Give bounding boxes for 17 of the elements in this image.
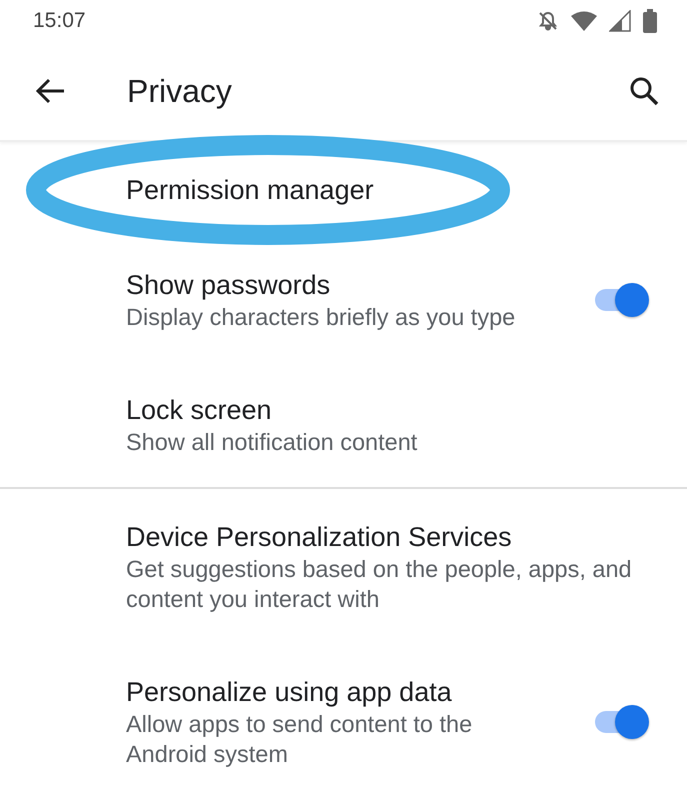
bell-off-icon [537, 10, 559, 32]
item-summary: Display characters briefly as you type [126, 303, 516, 332]
item-summary: Allow apps to send content to the Android system [126, 710, 474, 769]
wifi-icon [571, 11, 597, 31]
item-title: Personalize using app data [126, 676, 453, 709]
item-title: Permission manager [126, 174, 375, 207]
item-summary: Get suggestions based on the people, apps, and content you interact with [126, 555, 633, 614]
back-arrow-icon[interactable] [35, 78, 65, 104]
status-time: 15:07 [33, 9, 86, 33]
signal-icon [609, 10, 631, 32]
battery-icon [643, 9, 657, 33]
search-icon[interactable] [629, 76, 659, 106]
item-summary: Show all notification content [126, 428, 418, 457]
item-title: Device Personalization Services [126, 521, 513, 554]
item-title: Lock screen [126, 394, 273, 427]
item-title: Show passwords [126, 269, 332, 302]
screen-title: Privacy [127, 72, 233, 110]
